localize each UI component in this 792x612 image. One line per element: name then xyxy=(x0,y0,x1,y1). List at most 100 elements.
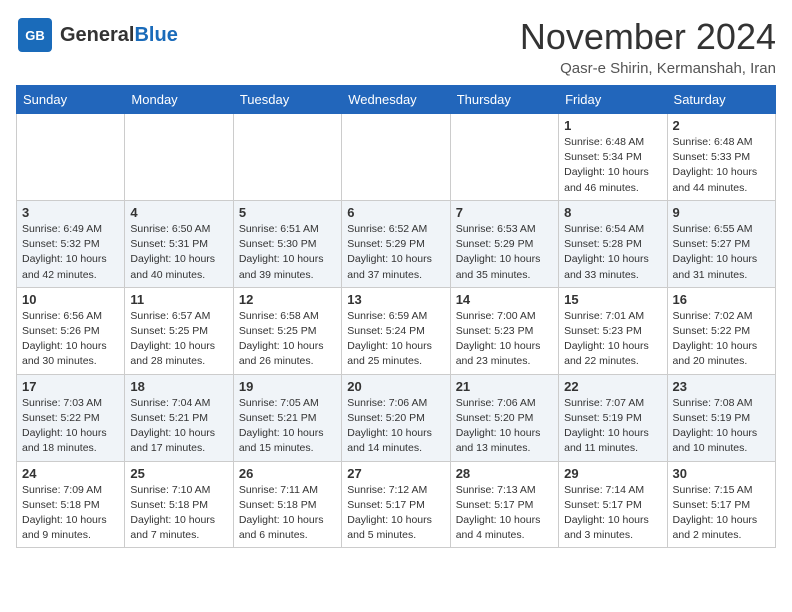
calendar-cell xyxy=(233,114,341,201)
day-info: Sunrise: 7:06 AM Sunset: 5:20 PM Dayligh… xyxy=(347,396,444,457)
calendar-cell: 14 Sunrise: 7:00 AM Sunset: 5:23 PM Dayli… xyxy=(450,287,558,374)
calendar-cell xyxy=(125,114,233,201)
title-area: November 2024 Qasr-e Shirin, Kermanshah,… xyxy=(520,16,776,77)
day-number: 9 xyxy=(673,205,770,220)
day-info: Sunrise: 7:09 AM Sunset: 5:18 PM Dayligh… xyxy=(22,483,119,544)
calendar-week-row: 1 Sunrise: 6:48 AM Sunset: 5:34 PM Daylig… xyxy=(17,114,776,201)
day-info: Sunrise: 6:58 AM Sunset: 5:25 PM Dayligh… xyxy=(239,309,336,370)
calendar-cell: 25Sunrise: 7:10 AM Sunset: 5:18 PM Dayli… xyxy=(125,461,233,548)
calendar-header-row: SundayMondayTuesdayWednesdayThursdayFrid… xyxy=(17,86,776,114)
day-number: 17 xyxy=(22,379,119,394)
calendar-cell: 12 Sunrise: 6:58 AM Sunset: 5:25 PM Dayli… xyxy=(233,287,341,374)
day-number: 2 xyxy=(673,118,770,133)
day-info: Sunrise: 7:07 AM Sunset: 5:19 PM Dayligh… xyxy=(564,396,661,457)
calendar-cell xyxy=(450,114,558,201)
day-info: Sunrise: 7:01 AM Sunset: 5:23 PM Dayligh… xyxy=(564,309,661,370)
day-number: 14 xyxy=(456,292,553,307)
calendar-cell: 9Sunrise: 6:55 AM Sunset: 5:27 PM Daylig… xyxy=(667,200,775,287)
day-number: 15 xyxy=(564,292,661,307)
calendar-week-row: 17 Sunrise: 7:03 AM Sunset: 5:22 PM Dayli… xyxy=(17,374,776,461)
day-info: Sunrise: 6:48 AM Sunset: 5:33 PM Dayligh… xyxy=(673,135,770,196)
calendar-cell: 21 Sunrise: 7:06 AM Sunset: 5:20 PM Dayli… xyxy=(450,374,558,461)
day-number: 10 xyxy=(22,292,119,307)
calendar-cell: 19 Sunrise: 7:05 AM Sunset: 5:21 PM Dayli… xyxy=(233,374,341,461)
day-info: Sunrise: 7:14 AM Sunset: 5:17 PM Dayligh… xyxy=(564,483,661,544)
calendar-week-row: 24 Sunrise: 7:09 AM Sunset: 5:18 PM Dayli… xyxy=(17,461,776,548)
day-info: Sunrise: 7:12 AM Sunset: 5:17 PM Dayligh… xyxy=(347,483,444,544)
day-number: 11 xyxy=(130,292,227,307)
day-info: Sunrise: 7:13 AM Sunset: 5:17 PM Dayligh… xyxy=(456,483,553,544)
logo-general: General xyxy=(60,24,134,46)
day-info: Sunrise: 6:56 AM Sunset: 5:26 PM Dayligh… xyxy=(22,309,119,370)
calendar-cell xyxy=(17,114,125,201)
calendar-cell: 3 Sunrise: 6:49 AM Sunset: 5:32 PM Daylig… xyxy=(17,200,125,287)
day-number: 29 xyxy=(564,466,661,481)
day-number: 6 xyxy=(347,205,444,220)
month-title: November 2024 xyxy=(520,16,776,58)
day-header-saturday: Saturday xyxy=(667,86,775,114)
day-number: 21 xyxy=(456,379,553,394)
calendar-cell: 23Sunrise: 7:08 AM Sunset: 5:19 PM Dayli… xyxy=(667,374,775,461)
day-info: Sunrise: 6:52 AM Sunset: 5:29 PM Dayligh… xyxy=(347,222,444,283)
day-info: Sunrise: 7:15 AM Sunset: 5:17 PM Dayligh… xyxy=(673,483,770,544)
day-info: Sunrise: 6:48 AM Sunset: 5:34 PM Dayligh… xyxy=(564,135,661,196)
day-info: Sunrise: 7:02 AM Sunset: 5:22 PM Dayligh… xyxy=(673,309,770,370)
day-header-tuesday: Tuesday xyxy=(233,86,341,114)
day-number: 28 xyxy=(456,466,553,481)
day-number: 12 xyxy=(239,292,336,307)
day-info: Sunrise: 7:04 AM Sunset: 5:21 PM Dayligh… xyxy=(130,396,227,457)
day-number: 3 xyxy=(22,205,119,220)
day-info: Sunrise: 7:06 AM Sunset: 5:20 PM Dayligh… xyxy=(456,396,553,457)
calendar-cell: 29 Sunrise: 7:14 AM Sunset: 5:17 PM Dayli… xyxy=(559,461,667,548)
day-number: 1 xyxy=(564,118,661,133)
day-info: Sunrise: 7:00 AM Sunset: 5:23 PM Dayligh… xyxy=(456,309,553,370)
day-header-sunday: Sunday xyxy=(17,86,125,114)
calendar-cell: 18 Sunrise: 7:04 AM Sunset: 5:21 PM Dayli… xyxy=(125,374,233,461)
day-header-thursday: Thursday xyxy=(450,86,558,114)
day-info: Sunrise: 6:53 AM Sunset: 5:29 PM Dayligh… xyxy=(456,222,553,283)
calendar-table: SundayMondayTuesdayWednesdayThursdayFrid… xyxy=(16,85,776,548)
svg-text:GB: GB xyxy=(25,28,45,43)
location: Qasr-e Shirin, Kermanshah, Iran xyxy=(520,60,776,77)
day-number: 22 xyxy=(564,379,661,394)
day-info: Sunrise: 7:11 AM Sunset: 5:18 PM Dayligh… xyxy=(239,483,336,544)
calendar-cell: 24 Sunrise: 7:09 AM Sunset: 5:18 PM Dayli… xyxy=(17,461,125,548)
logo-icon: GB xyxy=(16,16,54,54)
day-number: 27 xyxy=(347,466,444,481)
calendar-cell: 26 Sunrise: 7:11 AM Sunset: 5:18 PM Dayli… xyxy=(233,461,341,548)
calendar-cell: 27 Sunrise: 7:12 AM Sunset: 5:17 PM Dayli… xyxy=(342,461,450,548)
day-info: Sunrise: 6:49 AM Sunset: 5:32 PM Dayligh… xyxy=(22,222,119,283)
day-info: Sunrise: 6:59 AM Sunset: 5:24 PM Dayligh… xyxy=(347,309,444,370)
day-info: Sunrise: 6:50 AM Sunset: 5:31 PM Dayligh… xyxy=(130,222,227,283)
day-number: 8 xyxy=(564,205,661,220)
calendar-cell: 20Sunrise: 7:06 AM Sunset: 5:20 PM Dayli… xyxy=(342,374,450,461)
calendar-cell: 1 Sunrise: 6:48 AM Sunset: 5:34 PM Daylig… xyxy=(559,114,667,201)
calendar-cell: 17 Sunrise: 7:03 AM Sunset: 5:22 PM Dayli… xyxy=(17,374,125,461)
calendar-cell: 16Sunrise: 7:02 AM Sunset: 5:22 PM Dayli… xyxy=(667,287,775,374)
calendar-cell: 13Sunrise: 6:59 AM Sunset: 5:24 PM Dayli… xyxy=(342,287,450,374)
day-number: 5 xyxy=(239,205,336,220)
calendar-cell: 8Sunrise: 6:54 AM Sunset: 5:28 PM Daylig… xyxy=(559,200,667,287)
calendar-cell: 10 Sunrise: 6:56 AM Sunset: 5:26 PM Dayli… xyxy=(17,287,125,374)
day-number: 7 xyxy=(456,205,553,220)
calendar-cell: 11 Sunrise: 6:57 AM Sunset: 5:25 PM Dayli… xyxy=(125,287,233,374)
day-header-wednesday: Wednesday xyxy=(342,86,450,114)
day-header-friday: Friday xyxy=(559,86,667,114)
day-number: 18 xyxy=(130,379,227,394)
calendar-cell: 28 Sunrise: 7:13 AM Sunset: 5:17 PM Dayli… xyxy=(450,461,558,548)
day-info: Sunrise: 6:57 AM Sunset: 5:25 PM Dayligh… xyxy=(130,309,227,370)
calendar-cell: 2 Sunrise: 6:48 AM Sunset: 5:33 PM Daylig… xyxy=(667,114,775,201)
day-header-monday: Monday xyxy=(125,86,233,114)
calendar-cell: 7 Sunrise: 6:53 AM Sunset: 5:29 PM Daylig… xyxy=(450,200,558,287)
logo-blue: Blue xyxy=(134,24,177,46)
calendar-cell: 6 Sunrise: 6:52 AM Sunset: 5:29 PM Daylig… xyxy=(342,200,450,287)
day-number: 25 xyxy=(130,466,227,481)
day-info: Sunrise: 7:08 AM Sunset: 5:19 PM Dayligh… xyxy=(673,396,770,457)
calendar-cell xyxy=(342,114,450,201)
day-number: 24 xyxy=(22,466,119,481)
day-number: 26 xyxy=(239,466,336,481)
day-info: Sunrise: 7:05 AM Sunset: 5:21 PM Dayligh… xyxy=(239,396,336,457)
day-info: Sunrise: 7:03 AM Sunset: 5:22 PM Dayligh… xyxy=(22,396,119,457)
logo: GB GeneralBlue xyxy=(16,16,178,54)
day-number: 19 xyxy=(239,379,336,394)
